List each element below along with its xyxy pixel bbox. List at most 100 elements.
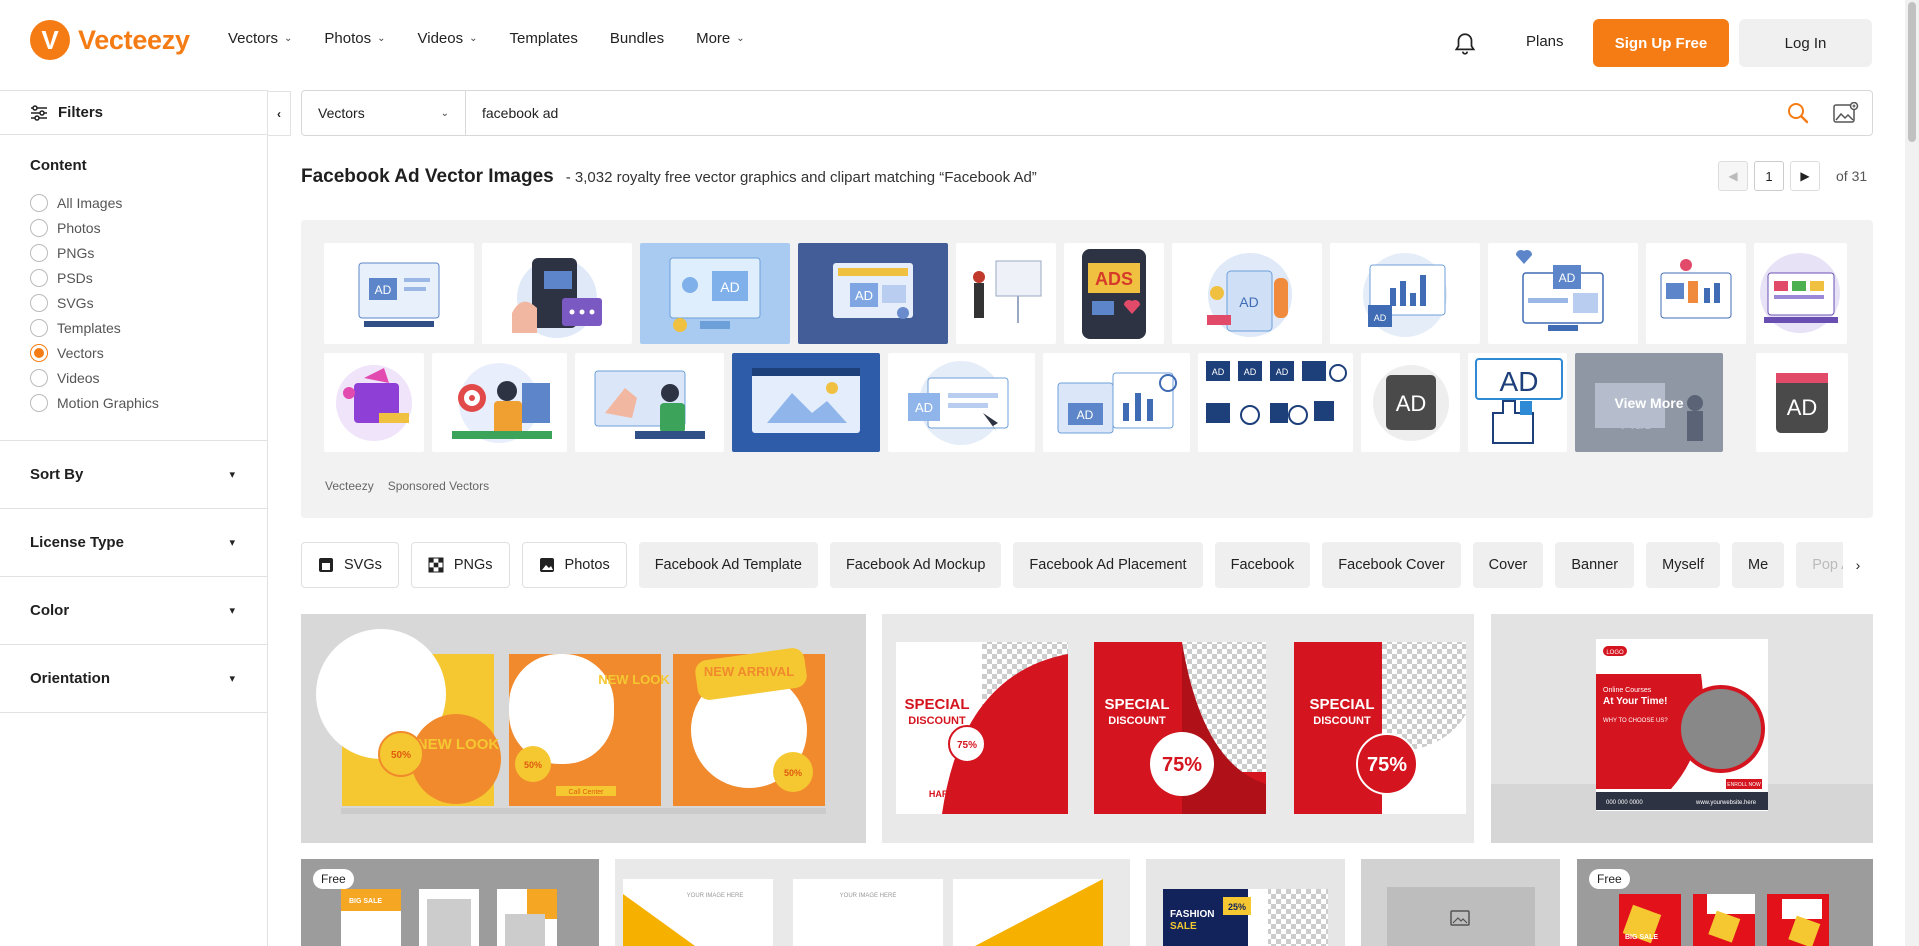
color-accordion[interactable]: Color▾: [0, 577, 267, 645]
radio-button-selected[interactable]: [30, 344, 48, 362]
radio-button[interactable]: [30, 394, 48, 412]
result-card[interactable]: SPECIAL DISCOUNT 75% HARI LAHIR PANCASIL…: [882, 614, 1474, 843]
sponsored-thumbnail[interactable]: ADADAD: [1198, 353, 1353, 452]
radio-button[interactable]: [30, 244, 48, 262]
sponsored-thumbnail[interactable]: AD: [1468, 353, 1567, 452]
sponsored-thumbnail[interactable]: [432, 353, 567, 452]
vecteezy-logo[interactable]: V Vecteezy: [30, 20, 190, 60]
sponsored-source: Vecteezy: [325, 479, 374, 493]
sponsored-thumbnail[interactable]: AD: [1488, 243, 1638, 344]
nav-bundles[interactable]: Bundles: [610, 30, 664, 47]
content-option-psds[interactable]: PSDs: [30, 265, 267, 290]
collapse-sidebar-button[interactable]: ‹: [267, 91, 291, 136]
chip-photos[interactable]: Photos: [522, 542, 627, 588]
nav-vectors[interactable]: Vectors⌄: [228, 30, 292, 47]
chips-next-button[interactable]: ›: [1843, 542, 1873, 588]
sponsored-thumbnail[interactable]: ADS: [1064, 243, 1164, 344]
chip-facebook-cover[interactable]: Facebook Cover: [1322, 542, 1460, 588]
sponsored-thumbnail[interactable]: AD: [1756, 353, 1848, 452]
filters-header[interactable]: Filters ‹: [0, 90, 267, 135]
content-option-videos[interactable]: Videos: [30, 365, 267, 390]
radio-button[interactable]: [30, 294, 48, 312]
radio-button[interactable]: [30, 319, 48, 337]
chevron-down-icon: ▾: [229, 672, 235, 685]
result-card[interactable]: YOUR IMAGE HERE YOUR IMAGE HERE: [615, 859, 1130, 946]
content-option-templates[interactable]: Templates: [30, 315, 267, 340]
sort-by-accordion[interactable]: Sort By▾: [0, 441, 267, 509]
chip-facebook-ad-template[interactable]: Facebook Ad Template: [639, 542, 818, 588]
sponsored-thumbnail[interactable]: AD: [1330, 243, 1480, 344]
sponsored-thumbnail[interactable]: AD: [1172, 243, 1322, 344]
radio-button[interactable]: [30, 219, 48, 237]
chip-svgs[interactable]: SVGs: [301, 542, 399, 588]
chip-facebook-ad-placement[interactable]: Facebook Ad Placement: [1013, 542, 1202, 588]
content-option-motion-graphics[interactable]: Motion Graphics: [30, 390, 267, 415]
next-page-button[interactable]: ▶: [1790, 161, 1820, 191]
result-card[interactable]: BIG SALE Free: [301, 859, 599, 946]
content-option-vectors[interactable]: Vectors: [30, 340, 267, 365]
search-icon[interactable]: [1776, 91, 1820, 135]
prev-page-button[interactable]: ◀: [1718, 161, 1748, 191]
image-search-icon[interactable]: [1820, 91, 1872, 135]
search-type-select[interactable]: Vectors⌄: [302, 91, 466, 135]
nav-photos[interactable]: Photos⌄: [324, 30, 385, 47]
chip-facebook[interactable]: Facebook: [1215, 542, 1311, 588]
chip-cover[interactable]: Cover: [1473, 542, 1544, 588]
search-input[interactable]: [466, 91, 1776, 135]
sponsored-vectors-panel: AD AD AD ADS AD AD AD AD AD: [301, 220, 1873, 518]
view-more-sponsored-button[interactable]: AdsView More: [1575, 353, 1723, 452]
sponsored-thumbnail[interactable]: [1754, 243, 1847, 344]
sponsored-text: Sponsored Vectors: [388, 479, 489, 493]
license-type-accordion[interactable]: License Type▾: [0, 509, 267, 577]
chevron-right-icon: ›: [1856, 557, 1861, 573]
chip-banner[interactable]: Banner: [1555, 542, 1634, 588]
result-card[interactable]: NEW LOOK 50% NEW LOOK 50% Call Center NE…: [301, 614, 866, 843]
result-card[interactable]: [1361, 859, 1560, 946]
radio-button[interactable]: [30, 369, 48, 387]
filters-label: Filters: [58, 104, 103, 121]
sponsored-thumbnail[interactable]: [482, 243, 632, 344]
result-card[interactable]: 25% FASHION SALE: [1146, 859, 1345, 946]
result-card[interactable]: LOGO Online Courses At Your Time! WHY TO…: [1491, 614, 1873, 843]
content-option-all-images[interactable]: All Images: [30, 190, 267, 215]
chip-me[interactable]: Me: [1732, 542, 1784, 588]
sponsored-thumbnail[interactable]: AD: [1361, 353, 1460, 452]
content-option-photos[interactable]: Photos: [30, 215, 267, 240]
sponsored-thumbnail[interactable]: AD: [640, 243, 790, 344]
card-text: YOUR IMAGE HERE: [687, 893, 744, 899]
sponsored-thumbnail[interactable]: [732, 353, 880, 452]
ad-text: AD: [1559, 271, 1576, 285]
radio-button[interactable]: [30, 194, 48, 212]
chevron-down-icon: ▾: [229, 536, 235, 549]
card-text: NEW ARRIVAL: [704, 664, 794, 679]
ad-text: AD: [720, 279, 739, 295]
orientation-accordion[interactable]: Orientation▾: [0, 645, 267, 713]
content-option-pngs[interactable]: PNGs: [30, 240, 267, 265]
nav-more[interactable]: More⌄: [696, 30, 745, 47]
sponsored-thumbnail[interactable]: [324, 353, 424, 452]
nav-videos[interactable]: Videos⌄: [418, 30, 478, 47]
sponsored-thumbnail[interactable]: AD: [888, 353, 1035, 452]
card-text: 50%: [784, 768, 802, 778]
page-scrollbar[interactable]: [1905, 0, 1919, 946]
sponsored-thumbnail[interactable]: AD: [798, 243, 948, 344]
card-text: At Your Time!: [1603, 696, 1667, 707]
plans-link[interactable]: Plans: [1526, 33, 1564, 50]
sponsored-thumbnail[interactable]: AD: [324, 243, 474, 344]
sponsored-thumbnail[interactable]: [956, 243, 1056, 344]
sponsored-thumbnail[interactable]: [1646, 243, 1746, 344]
log-in-button[interactable]: Log In: [1739, 19, 1872, 67]
scrollbar-thumb[interactable]: [1908, 2, 1916, 142]
chip-myself[interactable]: Myself: [1646, 542, 1720, 588]
chip-pngs[interactable]: PNGs: [411, 542, 510, 588]
nav-templates[interactable]: Templates: [510, 30, 578, 47]
sign-up-button[interactable]: Sign Up Free: [1593, 19, 1729, 67]
sponsored-thumbnail[interactable]: AD: [1043, 353, 1190, 452]
radio-button[interactable]: [30, 269, 48, 287]
notification-bell-icon[interactable]: [1452, 30, 1478, 58]
sponsored-thumbnail[interactable]: [575, 353, 724, 452]
page-number-input[interactable]: 1: [1754, 161, 1784, 191]
result-card[interactable]: BIG SALE Free: [1577, 859, 1873, 946]
content-option-svgs[interactable]: SVGs: [30, 290, 267, 315]
chip-facebook-ad-mockup[interactable]: Facebook Ad Mockup: [830, 542, 1001, 588]
